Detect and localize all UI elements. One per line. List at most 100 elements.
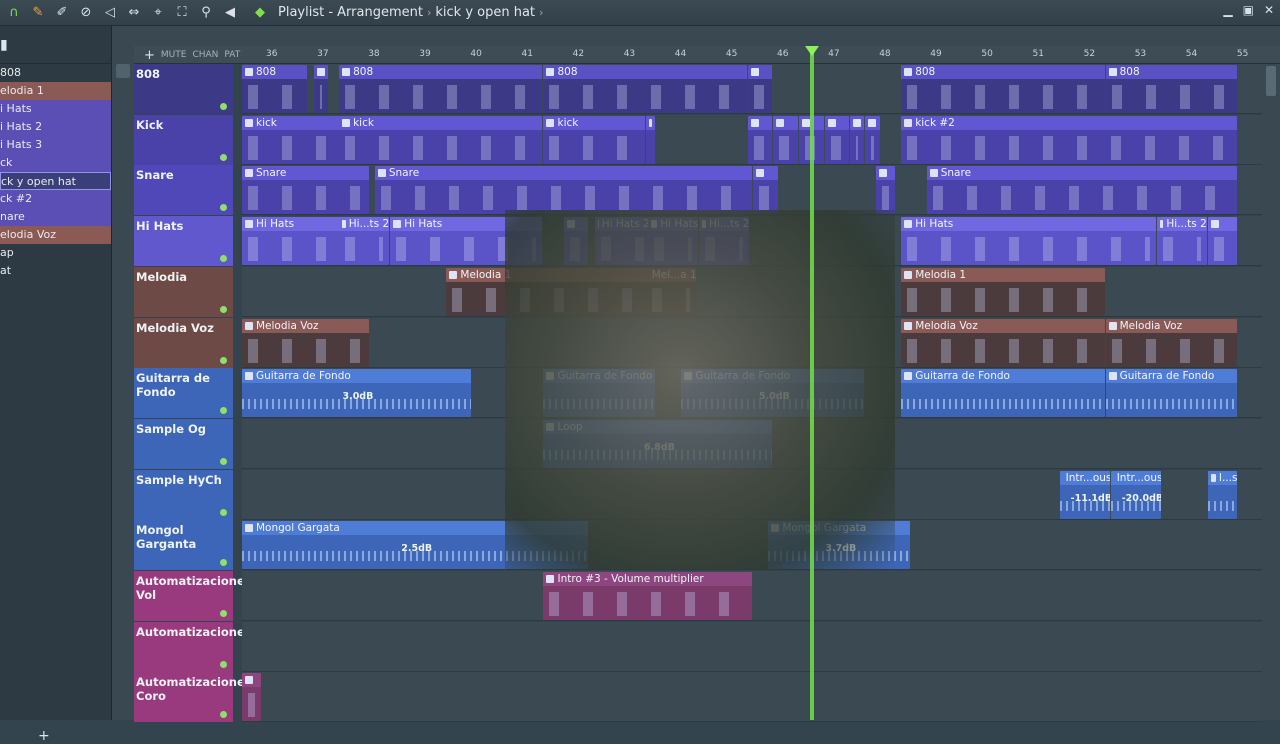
track-header[interactable]: Hi Hats [134, 216, 233, 267]
playlist-clip[interactable] [753, 166, 778, 215]
brush-icon[interactable]: ✐ [52, 3, 72, 23]
playlist-clip[interactable] [645, 115, 655, 164]
playlist-clip[interactable]: Hi Hats [901, 217, 1156, 266]
clip-menu-icon[interactable] [648, 118, 652, 127]
playback-icon[interactable]: ◀ [220, 3, 240, 23]
playlist-clip[interactable] [313, 65, 328, 113]
playlist-clip[interactable] [875, 166, 896, 215]
pat-label[interactable]: PAT [224, 50, 240, 60]
track-header[interactable]: 808 [134, 64, 233, 114]
maximize-icon[interactable]: ▣ [1243, 3, 1254, 17]
playlist-clip[interactable]: 808 [543, 65, 747, 113]
scroll-knob[interactable] [116, 64, 130, 78]
clip-menu-icon[interactable] [750, 68, 759, 76]
clip-menu-icon[interactable] [546, 68, 555, 76]
track-enable-led[interactable] [220, 407, 227, 415]
playlist-clip[interactable]: Guitarra de Fondo [901, 369, 1105, 418]
picker-scrollbar[interactable] [112, 26, 134, 720]
playlist-clip[interactable]: Hi...ts 2 [1156, 217, 1207, 266]
clip-menu-icon[interactable] [393, 220, 402, 229]
playlist-clip[interactable]: Intr...ous -20.0dB [1110, 470, 1161, 519]
track-header[interactable]: Guitarra de Fondo [134, 368, 233, 419]
clip-menu-icon[interactable] [776, 118, 785, 127]
playlist-clip[interactable]: Melodia Voz [242, 318, 369, 367]
picker-item[interactable]: 808 [0, 64, 111, 82]
minimize-icon[interactable]: ▁ [1223, 3, 1232, 17]
clip-menu-icon[interactable] [316, 68, 325, 76]
track-header[interactable]: Mongol Garganta [134, 520, 233, 571]
track-enable-led[interactable] [220, 204, 227, 212]
picker-item[interactable]: ck #2 [0, 190, 111, 208]
track-header[interactable]: Automatizaciones [134, 621, 252, 672]
clip-menu-icon[interactable] [756, 169, 764, 178]
playlist-clip[interactable]: Snare [374, 166, 752, 215]
chan-label[interactable]: CHAN [192, 50, 218, 60]
track-lane[interactable]: 808 808 808 808 808 [242, 64, 1262, 114]
picker-item[interactable]: ck y open hat [0, 172, 111, 190]
clip-menu-icon[interactable] [342, 68, 351, 76]
clip-menu-icon[interactable] [1159, 220, 1164, 229]
playlist-clip[interactable]: 808 [1105, 65, 1238, 113]
track-header[interactable]: Melodia Voz [134, 317, 233, 368]
clip-menu-icon[interactable] [904, 68, 913, 76]
playlist-clip[interactable] [747, 115, 773, 164]
add-icon[interactable]: + [38, 728, 50, 744]
clip-menu-icon[interactable] [801, 118, 810, 127]
delete-icon[interactable]: ⊘ [76, 3, 96, 23]
track-lane[interactable]: Intro #3 - Volume multiplier [242, 571, 1262, 621]
arrangement-name[interactable]: kick y open hat [435, 5, 535, 20]
picker-item[interactable]: ck [0, 154, 111, 172]
track-lane[interactable]: kick kick kick kick #2 [242, 114, 1262, 165]
slip-icon[interactable]: ⇔ [124, 3, 144, 23]
clip-menu-icon[interactable] [904, 270, 913, 279]
clip-menu-icon[interactable] [904, 372, 913, 381]
clip-menu-icon[interactable] [245, 169, 253, 178]
clip-menu-icon[interactable] [904, 321, 913, 330]
track-lane[interactable] [242, 672, 1262, 723]
clip-menu-icon[interactable] [1210, 473, 1216, 482]
playlist-clip[interactable]: Melodia 1 [901, 267, 1105, 316]
clip-menu-icon[interactable] [245, 676, 253, 685]
playlist-clip[interactable]: Snare [926, 166, 1238, 215]
picker-item[interactable]: i Hats 2 [0, 118, 111, 136]
clip-menu-icon[interactable] [245, 118, 253, 127]
track-header[interactable]: Snare [134, 165, 233, 216]
picker-item[interactable]: elodia Voz [0, 226, 111, 244]
mute-label[interactable]: MUTE [161, 50, 187, 60]
track-lane[interactable] [242, 621, 1262, 672]
magnet-icon[interactable]: ∩ [4, 3, 24, 23]
mute-icon[interactable]: ◁ [100, 3, 120, 23]
playlist-clip[interactable] [824, 115, 850, 164]
track-enable-led[interactable] [220, 559, 227, 567]
playlist-clip[interactable]: kick [242, 115, 344, 164]
playlist-clip[interactable] [242, 673, 262, 722]
picker-item[interactable]: at [0, 262, 111, 280]
track-header[interactable]: Kick [134, 114, 233, 165]
add-track-icon[interactable]: + [144, 48, 155, 63]
clip-menu-icon[interactable] [1108, 321, 1117, 330]
zoom-icon[interactable]: ⛶ [172, 3, 192, 23]
playlist-clip[interactable] [773, 115, 798, 164]
track-enable-led[interactable] [220, 457, 227, 465]
track-lane[interactable]: Snare Snare Snare [242, 165, 1262, 216]
playlist-clip[interactable]: Guitarra de Fondo 3.0dB [242, 369, 471, 418]
playhead[interactable] [810, 46, 814, 720]
select-icon[interactable]: ⌖ [148, 3, 168, 23]
playlist-clip[interactable]: Intro #3 - Volume multiplier [543, 572, 752, 620]
clip-menu-icon[interactable] [1108, 68, 1117, 76]
clip-menu-icon[interactable] [245, 321, 253, 330]
clip-menu-icon[interactable] [868, 118, 877, 127]
playhead-marker-icon[interactable] [805, 46, 819, 56]
track-enable-led[interactable] [220, 255, 227, 263]
track-enable-led[interactable] [220, 508, 227, 516]
picker-item[interactable]: i Hats 3 [0, 136, 111, 154]
track-header[interactable]: Automatizaciones Vol [134, 571, 252, 621]
close-icon[interactable]: ✕ [1264, 3, 1274, 17]
clip-menu-icon[interactable] [377, 169, 386, 178]
track-enable-led[interactable] [220, 305, 227, 313]
clip-menu-icon[interactable] [1210, 220, 1219, 229]
pencil-icon[interactable]: ✎ [28, 3, 48, 23]
playlist-clip[interactable]: Melodia Voz [1105, 318, 1238, 367]
playlist-clip[interactable]: Intr...ous -11.1dB [1059, 470, 1110, 519]
clip-menu-icon[interactable] [546, 575, 555, 583]
